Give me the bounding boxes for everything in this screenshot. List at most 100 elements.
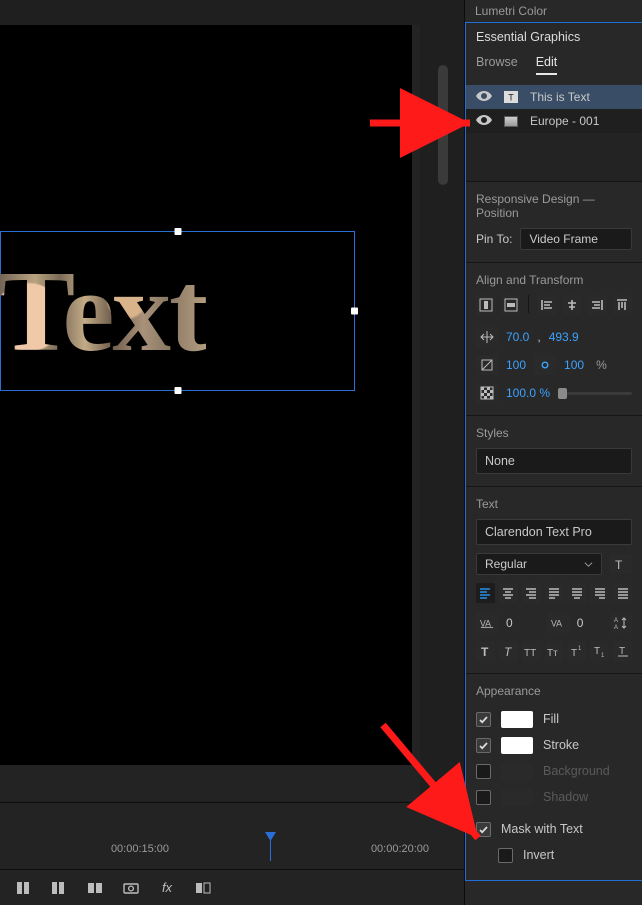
align-right-icon[interactable]	[588, 295, 607, 315]
kerning-icon[interactable]: VA	[547, 613, 569, 633]
kerning-value[interactable]: 0	[577, 616, 584, 630]
appearance-fill-row: Fill	[476, 706, 632, 732]
font-size-scrubber[interactable]: T	[610, 554, 632, 574]
visibility-eye-icon[interactable]	[476, 114, 492, 128]
section-heading: Text	[476, 497, 632, 511]
selected-text-layer-bbox[interactable]: Text	[0, 231, 355, 391]
opacity-value[interactable]: 100.0 %	[506, 386, 550, 400]
scale-icon[interactable]	[476, 355, 498, 375]
mark-out-icon[interactable]	[50, 879, 68, 897]
section-appearance: Appearance Fill Stroke Background Shadow	[466, 673, 642, 880]
shadow-checkbox[interactable]	[476, 790, 491, 805]
text-justify-last-right-icon[interactable]	[590, 583, 609, 603]
text-justify-last-left-icon[interactable]	[545, 583, 564, 603]
stroke-label: Stroke	[543, 738, 579, 752]
svg-text:T: T	[619, 646, 625, 657]
bbox-handle-right[interactable]	[351, 308, 358, 315]
invert-checkbox[interactable]	[498, 848, 513, 863]
program-monitor-canvas[interactable]: Text	[0, 25, 412, 765]
text-align-right-icon[interactable]	[522, 583, 541, 603]
all-caps-icon[interactable]: TT	[522, 641, 541, 661]
stroke-color-swatch[interactable]	[501, 737, 533, 754]
program-monitor: Text	[0, 25, 420, 801]
style-preset-dropdown[interactable]: None	[476, 448, 632, 474]
text-layer-icon: T	[502, 91, 520, 103]
tab-edit[interactable]: Edit	[536, 55, 558, 75]
chevron-down-icon	[584, 560, 593, 569]
svg-text:T: T	[571, 648, 577, 658]
section-heading: Align and Transform	[476, 273, 632, 287]
text-justify-full-icon[interactable]	[613, 583, 632, 603]
visibility-eye-icon[interactable]	[476, 90, 492, 104]
right-panel-stack: Lumetri Color Essential Graphics Browse …	[464, 0, 642, 905]
invert-row: Invert	[476, 842, 632, 868]
panel-essential-graphics: Essential Graphics Browse Edit T This is…	[465, 22, 642, 881]
panel-tab-lumetri[interactable]: Lumetri Color	[465, 0, 642, 22]
eg-layer-list: T This is Text Europe - 001	[466, 85, 642, 181]
background-label: Background	[543, 764, 610, 778]
tracking-icon[interactable]: VA	[476, 613, 498, 633]
layer-row[interactable]: T This is Text	[466, 85, 642, 109]
scale-link-icon[interactable]	[534, 355, 556, 375]
position-y-value[interactable]: 493.9	[549, 330, 579, 344]
align-left-icon[interactable]	[537, 295, 556, 315]
mark-in-icon[interactable]	[14, 879, 32, 897]
svg-text:VA: VA	[551, 619, 562, 629]
invert-label: Invert	[523, 848, 554, 862]
underline-icon[interactable]: T	[613, 641, 632, 661]
fill-checkbox[interactable]	[476, 712, 491, 727]
bbox-handle-bottom[interactable]	[174, 387, 181, 394]
svg-text:TT: TT	[524, 648, 536, 658]
tab-browse[interactable]: Browse	[476, 55, 518, 75]
section-align-transform: Align and Transform 70.0 , 493.9 100	[466, 262, 642, 415]
background-checkbox[interactable]	[476, 764, 491, 779]
bbox-handle-top[interactable]	[174, 228, 181, 235]
fx-icon[interactable]: fx	[158, 879, 176, 897]
shadow-color-swatch[interactable]	[501, 789, 533, 806]
appearance-shadow-row: Shadow	[476, 784, 632, 810]
svg-text:A: A	[614, 618, 618, 624]
faux-italic-icon[interactable]: T	[499, 641, 518, 661]
layer-row[interactable]: Europe - 001	[466, 109, 642, 133]
export-frame-icon[interactable]	[122, 879, 140, 897]
svg-text:T: T	[615, 558, 623, 571]
ruler-label: 00:00:15:00	[111, 843, 169, 855]
stroke-checkbox[interactable]	[476, 738, 491, 753]
scale-h-value[interactable]: 100	[564, 358, 584, 372]
layer-name: Europe - 001	[530, 114, 599, 128]
appearance-background-row: Background	[476, 758, 632, 784]
leading-icon[interactable]: AA	[610, 613, 632, 633]
font-weight-dropdown[interactable]: Regular	[476, 553, 602, 575]
fill-label: Fill	[543, 712, 559, 726]
opacity-icon[interactable]	[476, 383, 498, 403]
align-horizontal-icon[interactable]	[476, 295, 495, 315]
align-vertical-icon[interactable]	[501, 295, 520, 315]
background-color-swatch[interactable]	[501, 763, 533, 780]
align-center-h-icon[interactable]	[562, 295, 581, 315]
comparison-view-icon[interactable]	[194, 879, 212, 897]
text-align-left-icon[interactable]	[476, 583, 495, 603]
opacity-slider[interactable]	[558, 392, 632, 395]
insert-icon[interactable]	[86, 879, 104, 897]
text-align-center-icon[interactable]	[499, 583, 518, 603]
small-caps-icon[interactable]: Tᴛ	[545, 641, 564, 661]
position-icon[interactable]	[476, 327, 498, 347]
viewer-scrollbar[interactable]	[438, 65, 448, 185]
faux-bold-icon[interactable]: T	[476, 641, 495, 661]
align-top-icon[interactable]	[613, 295, 632, 315]
eg-tabs: Browse Edit	[466, 47, 642, 85]
fill-color-swatch[interactable]	[501, 711, 533, 728]
pin-to-dropdown[interactable]: Video Frame	[520, 228, 632, 250]
playhead[interactable]	[270, 833, 271, 861]
font-family-dropdown[interactable]: Clarendon Text Pro	[476, 519, 632, 545]
subscript-icon[interactable]: T1	[590, 641, 609, 661]
tracking-value[interactable]: 0	[506, 616, 513, 630]
layer-name: This is Text	[530, 90, 590, 104]
mask-with-text-checkbox[interactable]	[476, 822, 491, 837]
svg-text:1: 1	[578, 646, 582, 652]
text-justify-last-center-icon[interactable]	[567, 583, 586, 603]
position-x-value[interactable]: 70.0	[506, 330, 529, 344]
superscript-icon[interactable]: T1	[567, 641, 586, 661]
appearance-stroke-row: Stroke	[476, 732, 632, 758]
scale-w-value[interactable]: 100	[506, 358, 526, 372]
